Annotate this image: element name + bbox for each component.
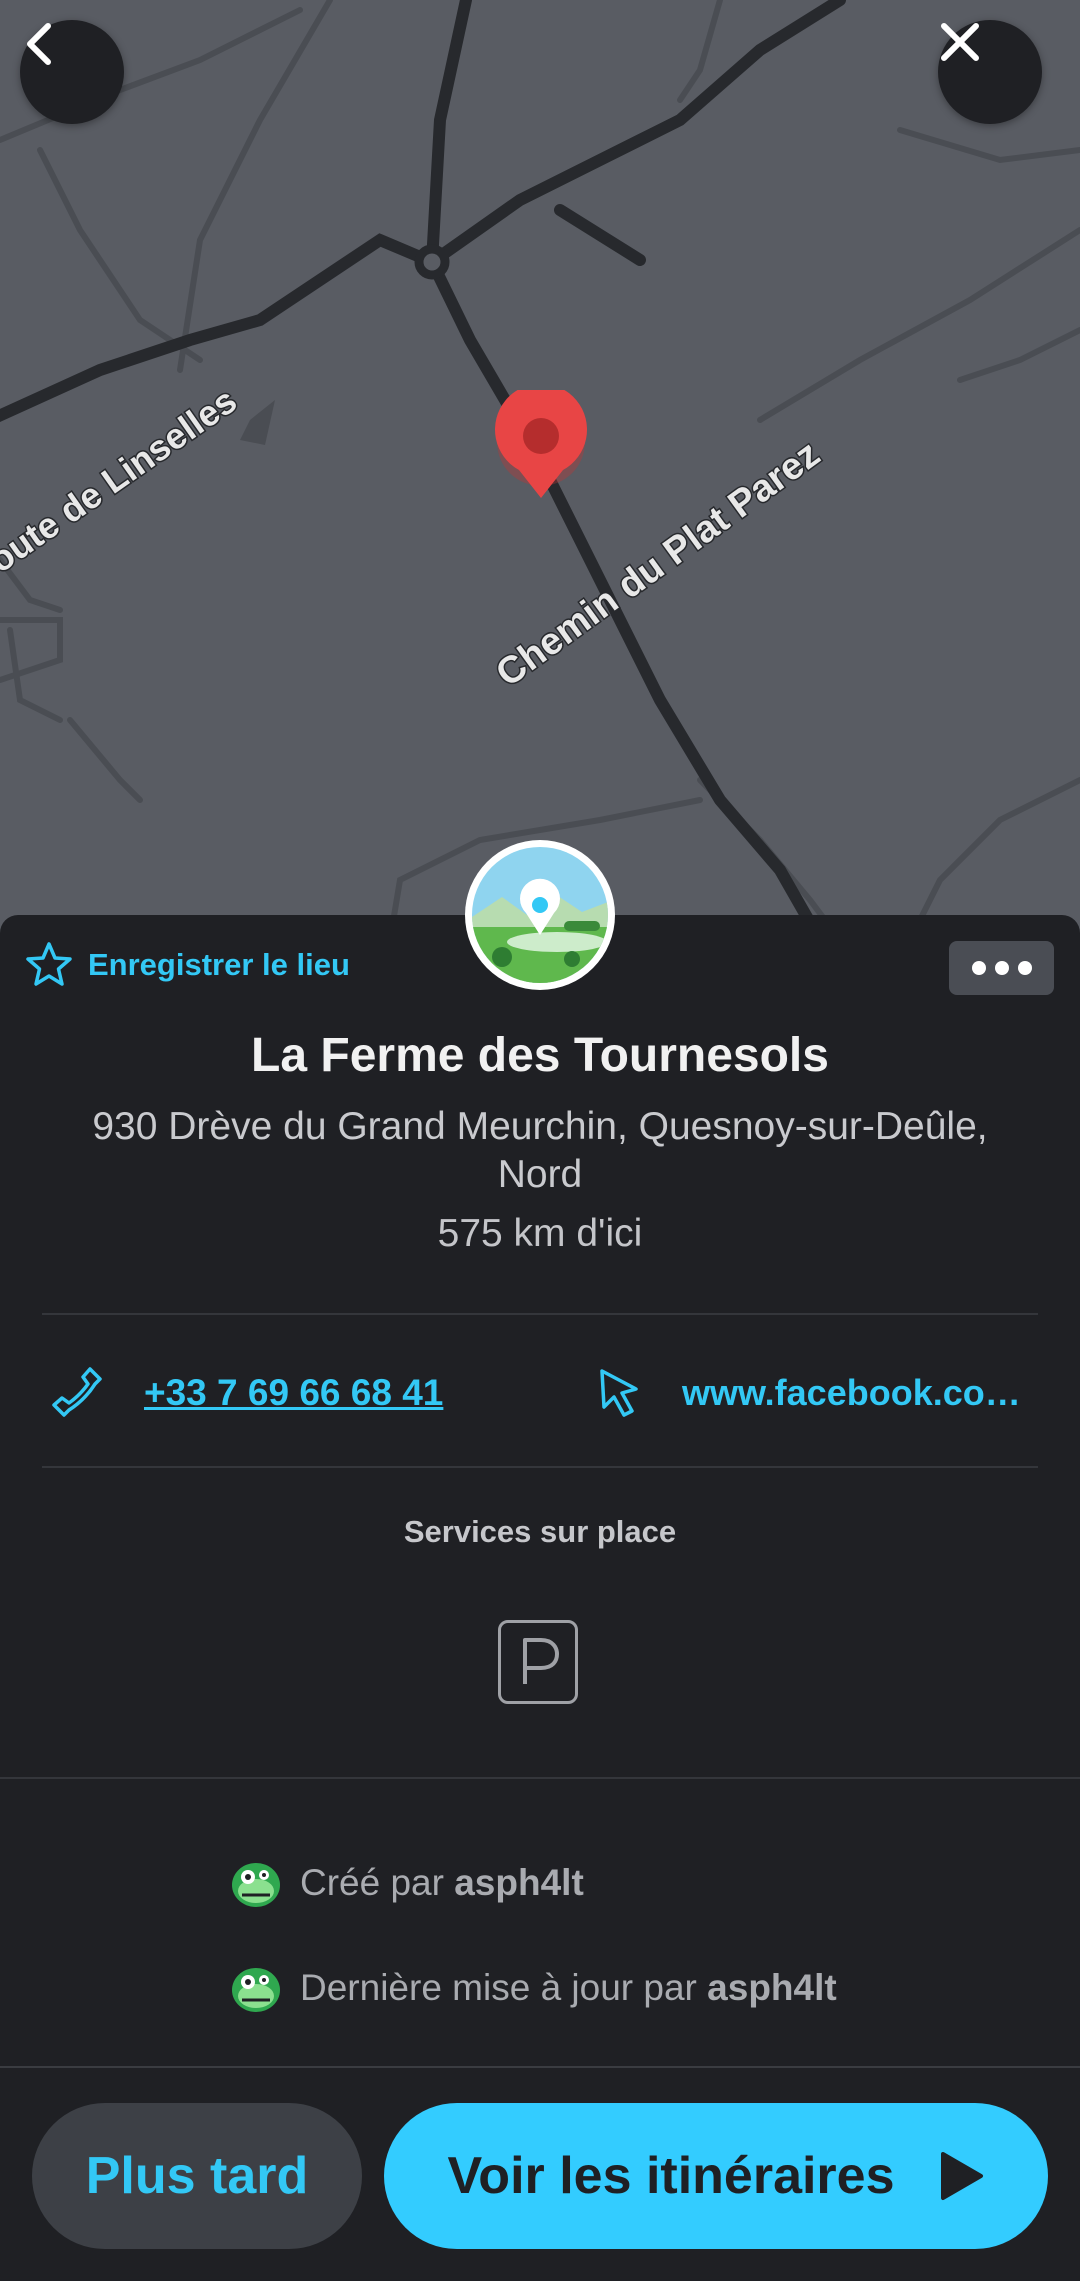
view-routes-label: Voir les itinéraires <box>447 2147 895 2205</box>
parking-icon <box>498 1620 578 1704</box>
phone-link[interactable]: +33 7 69 66 68 41 <box>50 1358 443 1428</box>
wazer-avatar-icon <box>232 1863 280 1907</box>
view-routes-button[interactable]: Voir les itinéraires <box>384 2103 1048 2249</box>
phone-icon <box>52 1367 102 1417</box>
updated-by-prefix: Dernière mise à jour par <box>300 1967 708 2008</box>
save-place-label: Enregistrer le lieu <box>88 947 350 982</box>
updated-by-text: Dernière mise à jour par asph4lt <box>300 1967 837 2009</box>
updated-by-user[interactable]: asph4lt <box>707 1967 837 2008</box>
created-by-prefix: Créé par <box>300 1862 455 1903</box>
divider <box>42 1466 1038 1468</box>
cursor-icon <box>600 1369 638 1417</box>
close-icon <box>941 23 979 61</box>
place-distance: 575 km d'ici <box>437 1212 643 1255</box>
location-pin-icon[interactable] <box>491 390 591 500</box>
created-by-user[interactable]: asph4lt <box>454 1862 584 1903</box>
more-icon-dot <box>994 961 1009 975</box>
website-link[interactable]: www.facebook.co… <box>596 1358 1036 1428</box>
star-icon <box>26 942 72 986</box>
place-name: La Ferme des Tournesols <box>251 1029 829 1082</box>
place-details-screen: oute de Linselles Chemin du Plat Parez E… <box>0 0 1080 2281</box>
updated-by-row: Dernière mise à jour par asph4lt <box>228 1958 837 2018</box>
back-button[interactable] <box>20 20 124 124</box>
save-place-button[interactable]: Enregistrer le lieu <box>24 940 350 990</box>
divider <box>42 1313 1038 1315</box>
phone-number[interactable]: +33 7 69 66 68 41 <box>144 1372 443 1414</box>
later-button-label: Plus tard <box>85 2147 309 2205</box>
parking-p-icon <box>523 1638 559 1684</box>
more-icon-dot <box>1017 961 1032 975</box>
created-by-row: Créé par asph4lt <box>228 1853 584 1913</box>
place-address: 930 Drève du Grand Meurchin, Quesnoy-sur… <box>92 1105 988 1196</box>
divider <box>0 1777 1080 1779</box>
more-icon <box>971 961 986 975</box>
wazer-avatar-icon <box>232 1968 280 2012</box>
park-icon <box>472 847 608 983</box>
services-title: Services sur place <box>403 1514 677 1549</box>
later-button[interactable]: Plus tard <box>32 2103 362 2249</box>
map-view[interactable]: oute de Linselles Chemin du Plat Parez <box>0 0 1080 940</box>
chevron-left-icon <box>27 23 51 65</box>
place-category-avatar <box>465 840 615 990</box>
created-by-text: Créé par asph4lt <box>300 1862 584 1904</box>
website-url[interactable]: www.facebook.co… <box>682 1372 1021 1414</box>
play-icon <box>940 2152 983 2200</box>
street-label-linselles: oute de Linselles <box>0 379 244 580</box>
close-button[interactable] <box>938 20 1042 124</box>
more-options-button[interactable] <box>949 941 1054 995</box>
